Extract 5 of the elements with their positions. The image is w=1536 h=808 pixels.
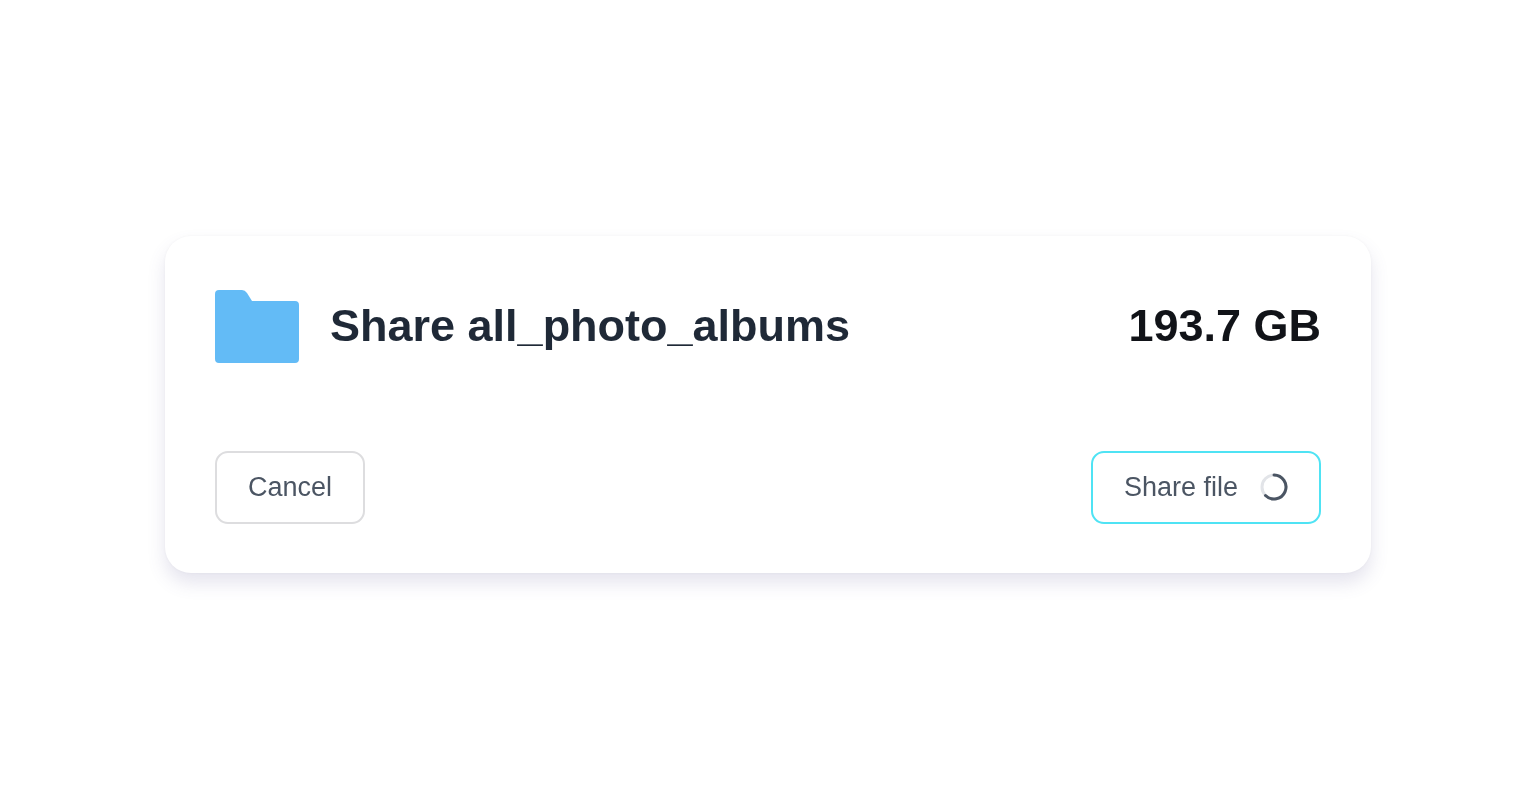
file-size: 193.7 GB	[1128, 300, 1321, 352]
dialog-title: Share all_photo_albums	[330, 300, 851, 352]
folder-icon	[215, 289, 299, 363]
share-button[interactable]: Share file	[1090, 450, 1321, 524]
cancel-button[interactable]: Cancel	[215, 450, 366, 524]
